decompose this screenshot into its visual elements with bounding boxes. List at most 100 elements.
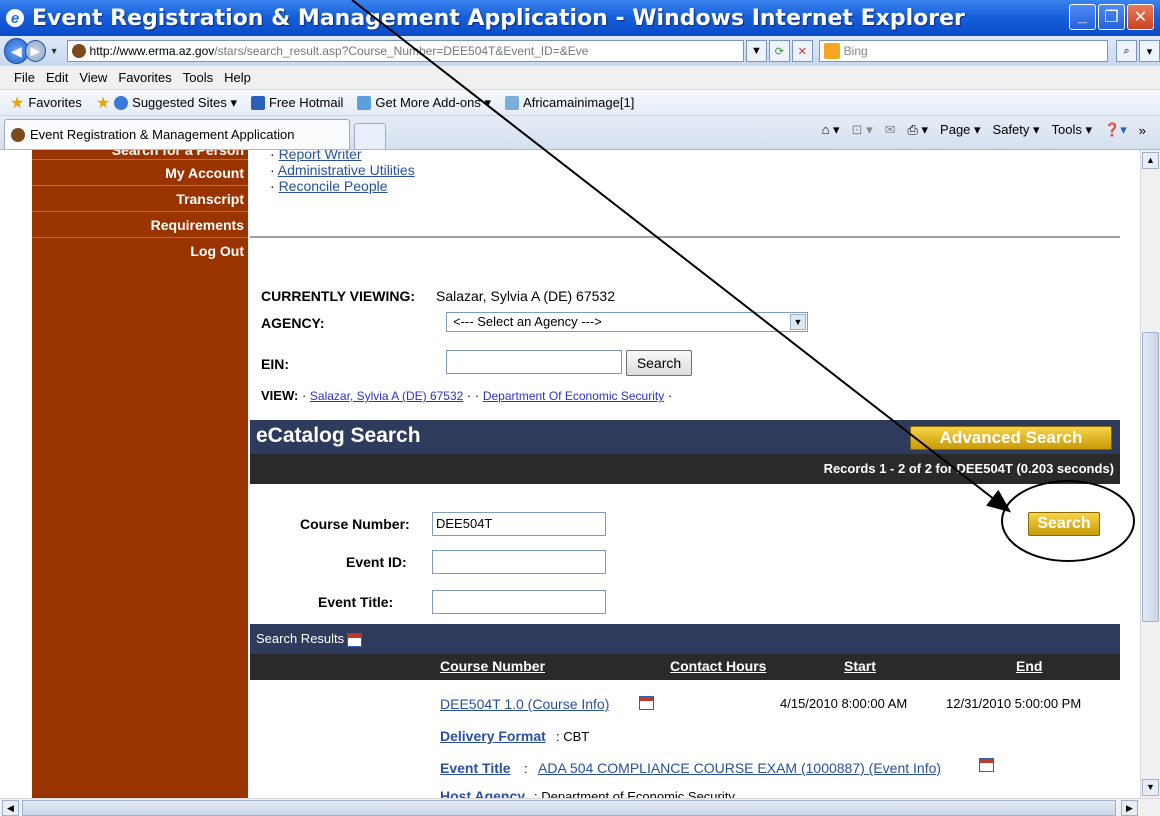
close-button[interactable]: ✕ (1127, 4, 1154, 30)
sidebar-item-log-out[interactable]: Log Out (32, 238, 248, 264)
event-info-link[interactable]: ADA 504 COMPLIANCE COURSE EXAM (1000887)… (538, 760, 941, 776)
address-bar[interactable]: http://www.erma.az.gov/stars/search_resu… (66, 40, 744, 62)
link-admin-utilities[interactable]: Administrative Utilities (278, 162, 415, 178)
help-icon[interactable]: ❓▾ (1104, 122, 1127, 138)
col-course-number[interactable]: Course Number (440, 658, 545, 674)
view-link-department[interactable]: Department Of Economic Security (483, 389, 664, 403)
link-reconcile-people[interactable]: Reconcile People (279, 178, 388, 194)
chevron-more-icon[interactable]: » (1139, 123, 1146, 138)
event-title-result-label[interactable]: Event Title (440, 760, 511, 776)
address-dropdown-button[interactable]: ▼ (745, 40, 767, 62)
col-end[interactable]: End (1016, 658, 1042, 674)
vertical-scrollbar[interactable]: ▲ ▼ (1140, 150, 1160, 798)
menu-favorites[interactable]: Favorites (118, 70, 171, 85)
recent-pages-dropdown-icon[interactable]: ▼ (50, 46, 59, 56)
add-favorite-icon[interactable]: ★ (96, 93, 110, 113)
favorite-suggested-sites[interactable]: ★ Suggested Sites ▾ (96, 93, 237, 113)
search-button[interactable]: Search (1028, 512, 1100, 536)
event-title-input[interactable] (432, 590, 606, 614)
scroll-up-button[interactable]: ▲ (1142, 152, 1159, 169)
site-favicon-icon (11, 127, 25, 142)
currently-viewing-label: CURRENTLY VIEWING: (261, 288, 416, 304)
ein-input[interactable] (446, 350, 622, 374)
chevron-down-icon: ▼ (790, 314, 806, 330)
sidebar-item-requirements[interactable]: Requirements (32, 212, 248, 238)
favorites-button[interactable]: ★ Favorites (10, 93, 82, 113)
tools-menu[interactable]: Tools ▾ (1052, 122, 1093, 138)
refresh-button[interactable]: ⟳ (768, 40, 790, 62)
delivery-format-label[interactable]: Delivery Format (440, 728, 546, 744)
search-options-button[interactable]: ▾ (1139, 40, 1160, 62)
host-agency-label[interactable]: Host Agency (440, 788, 525, 798)
records-summary: Records 1 - 2 of 2 for DEE504T (0.203 se… (250, 454, 1120, 484)
results-column-headers: Course Number Contact Hours Start End (250, 654, 1120, 680)
menu-edit[interactable]: Edit (46, 70, 68, 85)
read-mail-icon[interactable]: ✉ (885, 122, 896, 138)
menu-file[interactable]: File (14, 70, 35, 85)
calendar-icon[interactable] (979, 758, 994, 772)
favorite-africa-image[interactable]: Africamainimage[1] (505, 95, 634, 110)
print-icon[interactable]: ⎙ ▾ (908, 122, 929, 138)
bing-icon (823, 43, 840, 59)
menu-bar: File Edit View Favorites Tools Help (0, 66, 1160, 90)
divider (250, 236, 1120, 238)
feeds-icon[interactable]: ⊡ ▾ (852, 122, 873, 138)
forward-button[interactable]: ▶ (24, 40, 46, 62)
course-number-input[interactable]: DEE504T (432, 512, 606, 536)
course-info-link[interactable]: DEE504T 1.0 (Course Info) (440, 696, 609, 712)
image-icon (505, 95, 520, 110)
event-id-label: Event ID: (346, 554, 407, 570)
host-agency-value: : Department of Economic Security (534, 789, 735, 798)
favorite-get-add-ons[interactable]: Get More Add-ons ▾ (357, 95, 491, 111)
menu-tools[interactable]: Tools (183, 70, 213, 85)
address-row: ◀ ▶ ▼ http://www.erma.az.gov/stars/searc… (0, 36, 1160, 66)
agency-select[interactable]: <--- Select an Agency ---> ▼ (446, 312, 808, 332)
sidebar: Search for a Person My Account Transcrip… (32, 150, 248, 798)
minimize-button[interactable]: _ (1069, 4, 1096, 30)
star-icon: ★ (10, 94, 25, 112)
scroll-down-button[interactable]: ▼ (1142, 779, 1159, 796)
msn-icon (250, 95, 265, 110)
sidebar-item-my-account[interactable]: My Account (32, 160, 248, 186)
new-tab-button[interactable] (354, 123, 386, 149)
ie-page-icon (114, 95, 129, 110)
admin-links: · Report Writer · Administrative Utiliti… (270, 150, 415, 194)
calendar-icon[interactable] (347, 632, 363, 647)
menu-view[interactable]: View (79, 70, 107, 85)
agency-label: AGENCY: (261, 315, 325, 331)
view-link-person[interactable]: Salazar, Sylvia A (DE) 67532 (310, 389, 463, 403)
horizontal-scroll-thumb[interactable] (22, 800, 1116, 816)
safety-menu[interactable]: Safety ▾ (993, 122, 1040, 138)
ein-search-button[interactable]: Search (626, 350, 692, 376)
menu-help[interactable]: Help (224, 70, 251, 85)
favorite-free-hotmail[interactable]: Free Hotmail (250, 95, 343, 110)
sidebar-item-transcript[interactable]: Transcript (32, 186, 248, 212)
favorites-bar: ★ Favorites ★ Suggested Sites ▾ Free Hot… (0, 90, 1160, 116)
event-id-input[interactable] (432, 550, 606, 574)
view-row: VIEW: · Salazar, Sylvia A (DE) 67532 · ·… (261, 388, 673, 403)
col-contact-hours[interactable]: Contact Hours (670, 658, 766, 674)
col-start[interactable]: Start (844, 658, 876, 674)
sidebar-item-search-person[interactable]: Search for a Person (32, 150, 248, 160)
home-icon[interactable]: ⌂ ▾ (822, 122, 840, 138)
ie-logo-icon: e (6, 9, 24, 27)
stop-button[interactable]: ✕ (791, 40, 813, 62)
result-end: 12/31/2010 5:00:00 PM (946, 696, 1082, 711)
calendar-icon[interactable] (639, 696, 654, 710)
restore-button[interactable]: ❐ (1098, 4, 1125, 30)
link-report-writer[interactable]: Report Writer (279, 150, 362, 162)
page-menu[interactable]: Page ▾ (940, 122, 981, 138)
tab-erma[interactable]: Event Registration & Management Applicat… (4, 119, 350, 149)
advanced-search-button[interactable]: Advanced Search (910, 426, 1112, 450)
scroll-right-button[interactable]: ▶ (1121, 800, 1138, 816)
window-title-bar: e Event Registration & Management Applic… (0, 0, 1160, 36)
search-box[interactable]: Bing (818, 40, 1109, 62)
ecatalog-title: eCatalog Search (256, 424, 421, 447)
tab-bar: Event Registration & Management Applicat… (0, 116, 1160, 150)
scroll-thumb[interactable] (1142, 332, 1159, 622)
event-title-label: Event Title: (318, 594, 394, 610)
horizontal-scrollbar[interactable]: ◀ ▶ (0, 798, 1160, 816)
ein-label: EIN: (261, 356, 289, 372)
search-go-button[interactable]: ⌕ (1116, 40, 1138, 62)
scroll-left-button[interactable]: ◀ (2, 800, 19, 816)
